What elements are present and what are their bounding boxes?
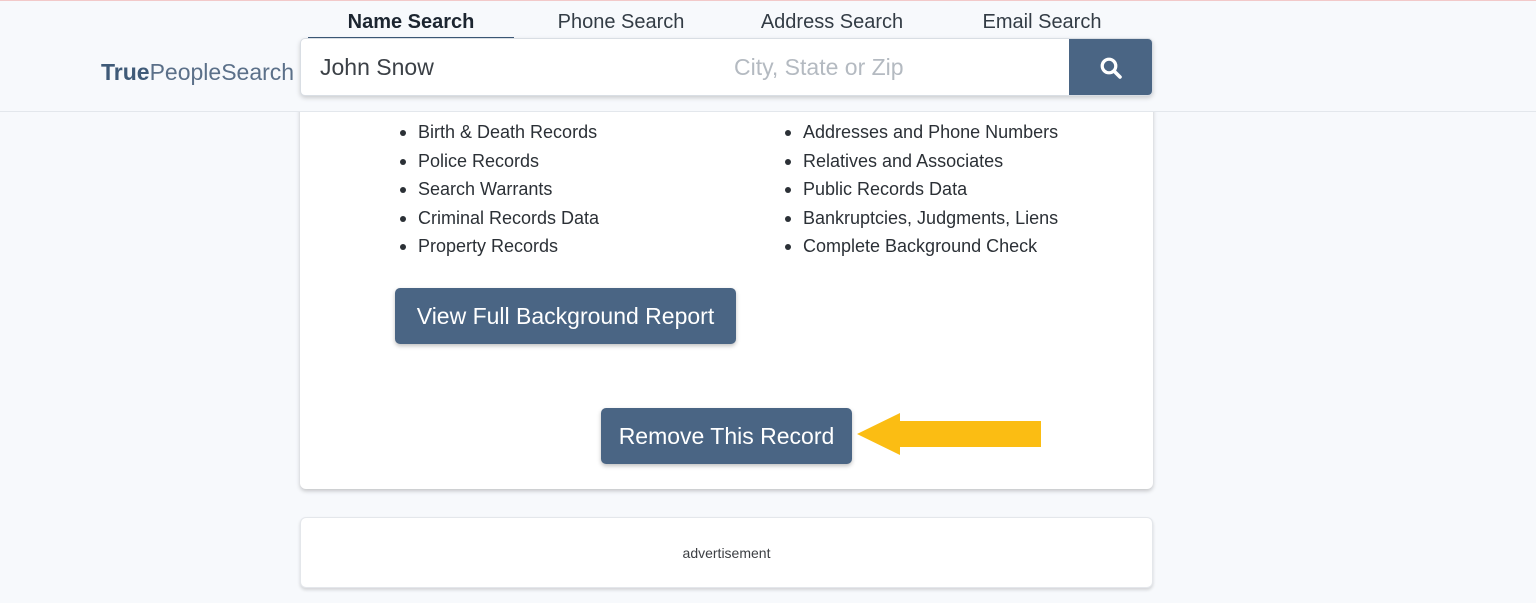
search-button[interactable] <box>1069 39 1152 95</box>
list-item: Complete Background Check <box>784 232 1058 261</box>
list-item: Public Records Data <box>784 175 1058 204</box>
list-item: Criminal Records Data <box>399 204 599 233</box>
records-list-right: Addresses and Phone Numbers Relatives an… <box>784 118 1058 261</box>
tab-address-search[interactable]: Address Search <box>729 7 935 39</box>
remove-this-record-button[interactable]: Remove This Record <box>601 408 852 464</box>
tab-name-search[interactable]: Name Search <box>308 7 514 39</box>
location-input[interactable] <box>713 39 1068 95</box>
arrow-left-icon <box>857 413 1041 455</box>
site-logo[interactable]: TruePeopleSearch <box>101 59 294 86</box>
tab-email-search[interactable]: Email Search <box>939 7 1145 39</box>
list-item: Addresses and Phone Numbers <box>784 118 1058 147</box>
view-full-background-report-button[interactable]: View Full Background Report <box>395 288 736 344</box>
records-list-left: Birth & Death Records Police Records Sea… <box>399 118 599 261</box>
logo-text: PeopleSearch <box>149 59 295 85</box>
logo-bold-text: True <box>101 59 150 85</box>
advertisement-label: advertisement <box>682 545 771 561</box>
list-item: Birth & Death Records <box>399 118 599 147</box>
search-bar <box>300 38 1153 96</box>
list-item: Police Records <box>399 147 599 176</box>
list-item: Relatives and Associates <box>784 147 1058 176</box>
list-item: Bankruptcies, Judgments, Liens <box>784 204 1058 233</box>
search-icon <box>1100 57 1122 79</box>
list-item: Property Records <box>399 232 599 261</box>
name-input[interactable] <box>301 39 701 95</box>
advertisement-box: advertisement <box>300 517 1153 588</box>
list-item: Search Warrants <box>399 175 599 204</box>
tab-phone-search[interactable]: Phone Search <box>518 7 724 39</box>
site-header: TruePeopleSearch Name Search Phone Searc… <box>0 1 1536 112</box>
